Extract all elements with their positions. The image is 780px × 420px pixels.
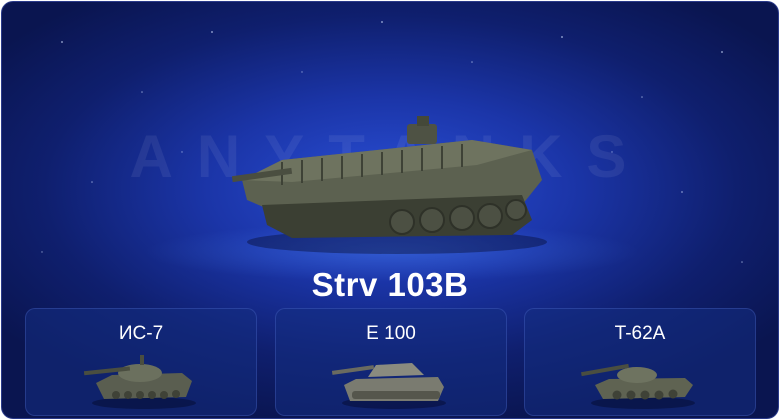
- heavy-tank-icon: [83, 355, 196, 409]
- option-is7-button[interactable]: ИС-7: [25, 308, 257, 416]
- hero-tank-image: [231, 116, 547, 254]
- option-t62a-button[interactable]: T-62A: [524, 308, 756, 416]
- option-e100-button[interactable]: E 100: [275, 308, 507, 416]
- medium-tank-icon: [581, 363, 695, 409]
- heavy-tank-icon: [332, 363, 446, 409]
- answer-options: ИС-7 E 100 T-62A: [25, 308, 759, 418]
- vehicle-title: Strv 103B: [311, 266, 469, 303]
- option-label: ИС-7: [118, 323, 164, 344]
- quiz-card: ANYTANKS Strv 103B: [1, 1, 779, 419]
- option-label: T-62A: [614, 323, 666, 344]
- option-label: E 100: [366, 323, 416, 344]
